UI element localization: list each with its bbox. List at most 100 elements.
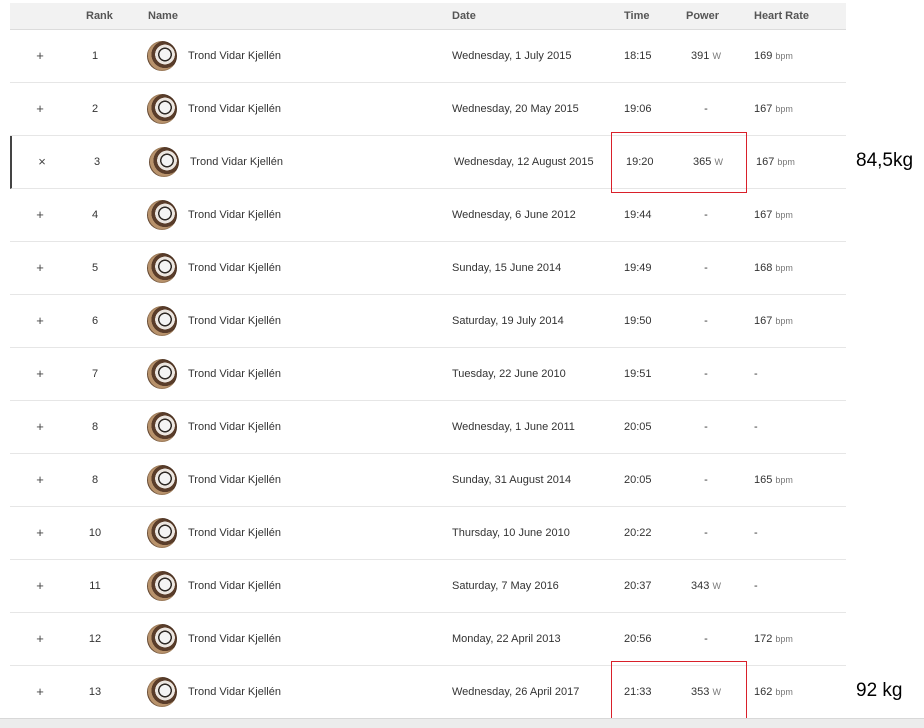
- plus-icon[interactable]: +: [34, 454, 46, 506]
- heart-rate-cell: -: [754, 560, 758, 612]
- time-cell: 19:51: [624, 368, 652, 380]
- date-link[interactable]: Wednesday, 1 June 2011: [452, 401, 575, 453]
- date-link[interactable]: Saturday, 7 May 2016: [452, 560, 559, 612]
- heart-rate-value: -: [754, 368, 758, 380]
- athlete-name-link[interactable]: Trond Vidar Kjellén: [188, 348, 281, 400]
- plus-icon[interactable]: +: [34, 613, 46, 665]
- rank-cell: 12: [88, 633, 102, 645]
- athlete-name-link[interactable]: Trond Vidar Kjellén: [188, 189, 281, 241]
- avatar[interactable]: [147, 677, 177, 707]
- plus-icon[interactable]: +: [34, 295, 46, 347]
- table-row[interactable]: +8 Trond Vidar Kjellén Wednesday, 1 June 2…: [10, 401, 846, 454]
- table-row[interactable]: +5 Trond Vidar Kjellén Sunday, 15 June 201…: [10, 242, 846, 295]
- table-row[interactable]: +7 Trond Vidar Kjellén Tuesday, 22 June 20…: [10, 348, 846, 401]
- heart-rate-cell: 167 bpm: [754, 189, 793, 241]
- table-row[interactable]: +8 Trond Vidar Kjellén Sunday, 31 August 2…: [10, 454, 846, 507]
- heart-rate-value: 167: [754, 103, 773, 115]
- table-row[interactable]: +4 Trond Vidar Kjellén Wednesday, 6 June 2…: [10, 189, 846, 242]
- date-link[interactable]: Sunday, 31 August 2014: [452, 454, 571, 506]
- athlete-name-link[interactable]: Trond Vidar Kjellén: [188, 666, 281, 718]
- heart-rate-value: 165: [754, 474, 773, 486]
- avatar[interactable]: [147, 412, 177, 442]
- date-link[interactable]: Wednesday, 20 May 2015: [452, 83, 579, 135]
- rank-cell: 2: [91, 103, 99, 115]
- plus-icon[interactable]: +: [34, 242, 46, 294]
- table-row[interactable]: +10 Trond Vidar Kjellén Thursday, 10 June …: [10, 507, 846, 560]
- date-link[interactable]: Wednesday, 12 August 2015: [454, 136, 594, 188]
- date-link[interactable]: Wednesday, 6 June 2012: [452, 189, 576, 241]
- power-cell: -: [686, 189, 726, 241]
- power-value: 365: [693, 156, 712, 168]
- avatar[interactable]: [147, 94, 177, 124]
- avatar[interactable]: [147, 359, 177, 389]
- weight-note-row13: 92 kg: [856, 680, 903, 701]
- date-link[interactable]: Monday, 22 April 2013: [452, 613, 561, 665]
- table-row[interactable]: +2 Trond Vidar Kjellén Wednesday, 20 May 2…: [10, 83, 846, 136]
- heart-rate-value: 169: [754, 50, 773, 62]
- athlete-name-link[interactable]: Trond Vidar Kjellén: [190, 136, 283, 188]
- heart-rate-value: -: [754, 527, 758, 539]
- athlete-name-link[interactable]: Trond Vidar Kjellén: [188, 560, 281, 612]
- header-time[interactable]: Time: [624, 10, 649, 22]
- avatar[interactable]: [149, 147, 179, 177]
- header-date[interactable]: Date: [452, 10, 476, 22]
- athlete-name-link[interactable]: Trond Vidar Kjellén: [188, 613, 281, 665]
- athlete-name-link[interactable]: Trond Vidar Kjellén: [188, 242, 281, 294]
- date-link[interactable]: Thursday, 10 June 2010: [452, 507, 570, 559]
- header-name[interactable]: Name: [148, 10, 178, 22]
- athlete-name-link[interactable]: Trond Vidar Kjellén: [188, 507, 281, 559]
- athlete-name-link[interactable]: Trond Vidar Kjellén: [188, 30, 281, 82]
- time-cell: 19:44: [624, 209, 652, 221]
- athlete-name-link[interactable]: Trond Vidar Kjellén: [188, 454, 281, 506]
- power-cell: 353 W: [686, 666, 726, 718]
- table-row[interactable]: +11 Trond Vidar Kjellén Saturday, 7 May 20…: [10, 560, 846, 613]
- date-link[interactable]: Saturday, 19 July 2014: [452, 295, 564, 347]
- athlete-name-link[interactable]: Trond Vidar Kjellén: [188, 401, 281, 453]
- header-power[interactable]: Power: [686, 10, 719, 22]
- avatar[interactable]: [147, 306, 177, 336]
- heart-rate-unit: bpm: [775, 104, 793, 114]
- avatar[interactable]: [147, 253, 177, 283]
- date-link[interactable]: Sunday, 15 June 2014: [452, 242, 561, 294]
- table-row[interactable]: +1 Trond Vidar Kjellén Wednesday, 1 July 2…: [10, 30, 846, 83]
- close-icon[interactable]: ×: [36, 136, 48, 188]
- rank-cell: 11: [89, 580, 101, 592]
- athlete-name-link[interactable]: Trond Vidar Kjellén: [188, 83, 281, 135]
- table-row[interactable]: +12 Trond Vidar Kjellén Monday, 22 April 2…: [10, 613, 846, 666]
- table-row[interactable]: +6 Trond Vidar Kjellén Saturday, 19 July 2…: [10, 295, 846, 348]
- heart-rate-value: 162: [754, 686, 773, 698]
- plus-icon[interactable]: +: [34, 189, 46, 241]
- power-value: -: [704, 315, 708, 327]
- athlete-name-link[interactable]: Trond Vidar Kjellén: [188, 295, 281, 347]
- avatar[interactable]: [147, 518, 177, 548]
- plus-icon[interactable]: +: [34, 560, 46, 612]
- power-cell: 343 W: [686, 560, 726, 612]
- avatar[interactable]: [147, 624, 177, 654]
- plus-icon[interactable]: +: [34, 666, 46, 718]
- plus-icon[interactable]: +: [34, 401, 46, 453]
- table-row[interactable]: × 3 Trond Vidar Kjellén Wednesday, 12 Augus…: [10, 136, 846, 189]
- table-body: +1 Trond Vidar Kjellén Wednesday, 1 July 2…: [10, 30, 846, 719]
- heart-rate-cell: 162 bpm: [754, 666, 793, 718]
- avatar[interactable]: [147, 571, 177, 601]
- power-cell: -: [686, 507, 726, 559]
- plus-icon[interactable]: +: [34, 507, 46, 559]
- table-row[interactable]: +13 Trond Vidar Kjellén Wednesday, 26 Apri…: [10, 666, 846, 719]
- avatar[interactable]: [147, 41, 177, 71]
- heart-rate-cell: -: [754, 348, 758, 400]
- date-link[interactable]: Wednesday, 1 July 2015: [452, 30, 571, 82]
- avatar[interactable]: [147, 200, 177, 230]
- time-cell: 20:05: [624, 474, 652, 486]
- avatar[interactable]: [147, 465, 177, 495]
- header-rank[interactable]: Rank: [86, 10, 113, 22]
- date-link[interactable]: Wednesday, 26 April 2017: [452, 666, 579, 718]
- power-value: -: [704, 209, 708, 221]
- rank-cell: 4: [91, 209, 99, 221]
- plus-icon[interactable]: +: [34, 83, 46, 135]
- plus-icon[interactable]: +: [34, 348, 46, 400]
- plus-icon[interactable]: +: [34, 30, 46, 82]
- date-link[interactable]: Tuesday, 22 June 2010: [452, 348, 566, 400]
- power-value: -: [704, 633, 708, 645]
- header-heart-rate[interactable]: Heart Rate: [754, 10, 809, 22]
- heart-rate-unit: bpm: [775, 210, 793, 220]
